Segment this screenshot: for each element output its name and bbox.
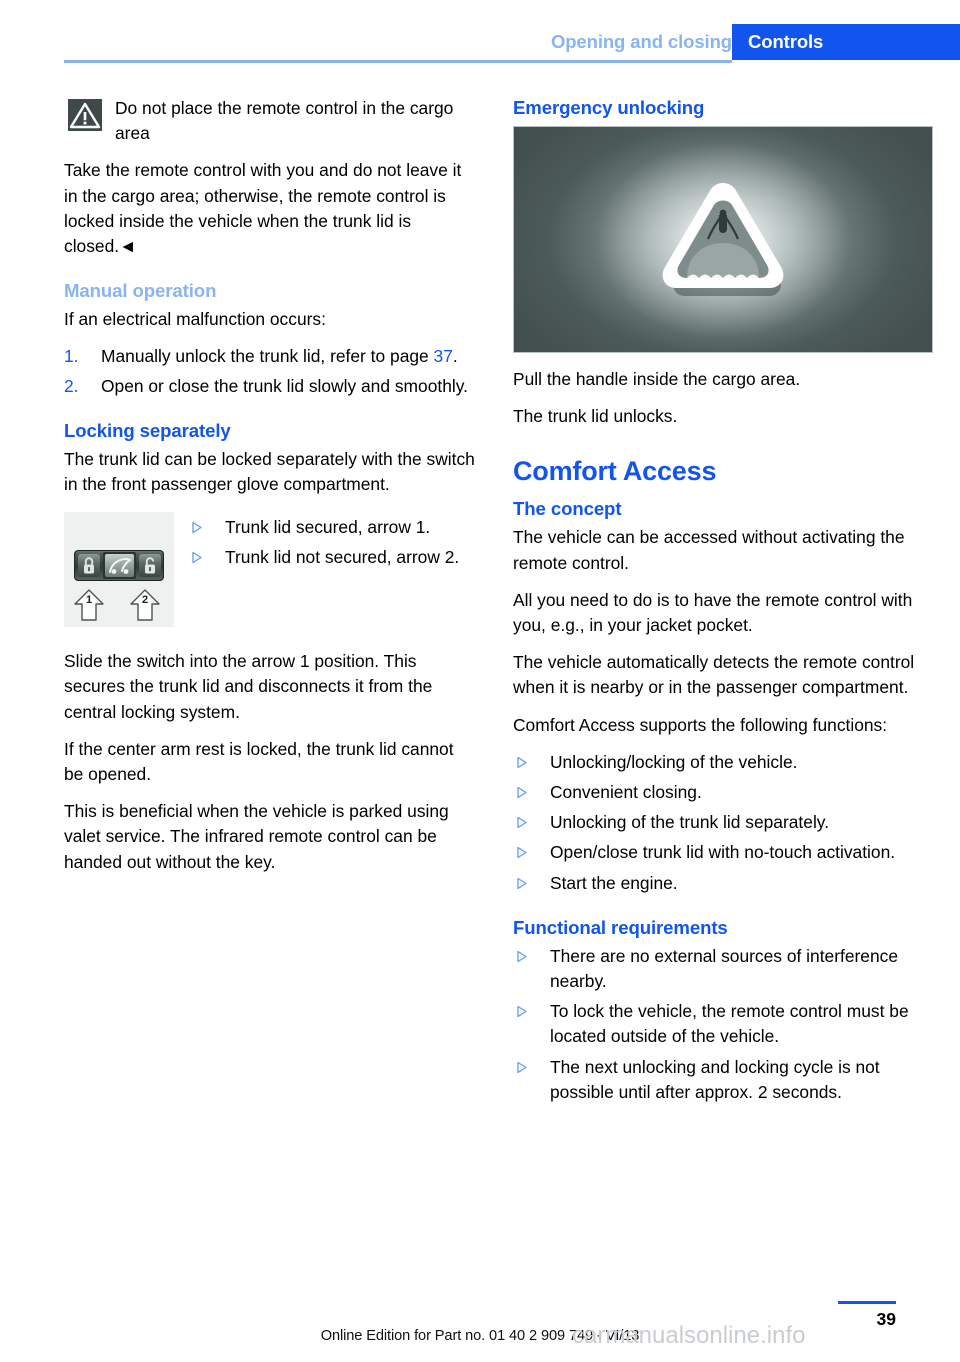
step-text: Open or close the trunk lid slowly and s… bbox=[101, 375, 468, 396]
list-item-label: The next unlocking and locking cycle is … bbox=[550, 1056, 880, 1102]
svg-text:2: 2 bbox=[142, 594, 148, 606]
manual-page: Opening and closing Controls Do not plac… bbox=[0, 0, 960, 1362]
lock-switch-bullet-list: Trunk lid secured, arrow 1. Trunk lid no… bbox=[188, 509, 476, 570]
list-item-step-2: 2. Open or close the trunk lid slowly and… bbox=[64, 374, 476, 399]
right-column: Emergency unlocking Pull the handle insi… bbox=[513, 96, 933, 1110]
locking-separately-paragraph-2: If the center arm rest is locked, the tr… bbox=[64, 738, 454, 785]
emergency-unlocking-paragraph-2: The trunk lid unlocks. bbox=[513, 406, 678, 427]
locking-separately-intro: The trunk lid can be locked separately w… bbox=[64, 448, 475, 495]
heading-emergency-unlocking: Emergency unlocking bbox=[513, 97, 705, 118]
step-number: 2. bbox=[64, 375, 79, 396]
the-concept-paragraph-3: The vehicle automatically detects the re… bbox=[513, 652, 915, 698]
triangle-bullet-icon bbox=[516, 1005, 528, 1018]
trunk-lock-switch-figure: 1 2 bbox=[64, 512, 174, 628]
emergency-unlocking-paragraph-1: Pull the handle inside the cargo area. bbox=[513, 369, 801, 389]
locking-separately-paragraph-1: Slide the switch into the arrow 1 positi… bbox=[64, 651, 433, 722]
triangle-bullet-icon bbox=[516, 1061, 528, 1074]
triangle-bullet-icon bbox=[516, 950, 528, 963]
triangle-bullet-icon bbox=[516, 816, 528, 829]
list-item: Unlocking of the trunk lid separately. bbox=[513, 810, 925, 835]
header-chapter-title: Opening and closing bbox=[550, 31, 732, 52]
running-header: Opening and closing Controls bbox=[0, 24, 960, 60]
list-item: Start the engine. bbox=[513, 871, 925, 896]
triangle-bullet-icon bbox=[191, 521, 203, 534]
warning-notice: Do not place the remote control in the c… bbox=[64, 96, 476, 146]
header-divider-rule bbox=[64, 60, 732, 63]
footer-accent-rule bbox=[838, 1301, 896, 1304]
triangle-bullet-icon bbox=[191, 551, 203, 564]
emergency-release-handle-photo bbox=[513, 126, 933, 353]
list-item: Open/close trunk lid with no-touch activ… bbox=[513, 840, 925, 865]
left-column: Do not place the remote control in the c… bbox=[64, 96, 476, 887]
list-item-label: Trunk lid secured, arrow 1. bbox=[225, 517, 431, 538]
the-concept-paragraph-1: The vehicle can be accessed without acti… bbox=[513, 527, 905, 573]
list-item: Unlocking/locking of the vehicle. bbox=[513, 750, 925, 775]
list-item-label: Trunk lid not secured, arrow 2. bbox=[225, 547, 460, 568]
comfort-access-functions-list: Unlocking/locking of the vehicle. Conven… bbox=[513, 750, 925, 896]
step-number: 1. bbox=[64, 346, 79, 367]
step-text-after: . bbox=[452, 346, 458, 367]
list-item: Convenient closing. bbox=[513, 780, 925, 805]
list-item-label: Start the engine. bbox=[550, 872, 678, 893]
page-reference-link[interactable]: 37 bbox=[434, 346, 453, 366]
list-item-label: Unlocking of the trunk lid separately. bbox=[550, 812, 830, 833]
triangle-bullet-icon bbox=[516, 846, 528, 859]
page-number: 39 bbox=[876, 1309, 896, 1329]
heading-locking-separately: Locking separately bbox=[64, 419, 231, 441]
svg-text:1: 1 bbox=[86, 594, 92, 606]
warning-triangle-icon bbox=[68, 99, 102, 131]
list-item-label: Open/close trunk lid with no-touch activ… bbox=[550, 842, 896, 863]
the-concept-paragraph-2: All you need to do is to have the remote… bbox=[513, 589, 913, 636]
list-item: The next unlocking and locking cycle is … bbox=[513, 1055, 925, 1105]
heading-functional-requirements: Functional requirements bbox=[513, 916, 728, 938]
triangle-bullet-icon bbox=[516, 877, 528, 890]
header-section-tab: Controls bbox=[732, 24, 960, 60]
list-item-label: To lock the vehicle, the remote control … bbox=[550, 1001, 909, 1047]
heading-manual-operation: Manual operation bbox=[64, 280, 217, 302]
manual-operation-steps: 1. Manually unlock the trunk lid, refer t… bbox=[64, 344, 476, 398]
list-item-label: There are no external sources of interfe… bbox=[550, 945, 898, 992]
list-item-label: Unlocking/locking of the vehicle. bbox=[550, 751, 798, 772]
warning-body: Take the remote control with you and do … bbox=[64, 160, 462, 257]
warning-title: Do not place the remote control in the c… bbox=[115, 98, 454, 144]
footer-edition-note: Online Edition for Part no. 01 40 2 909 … bbox=[320, 1328, 640, 1344]
the-concept-paragraph-4: Comfort Access supports the following fu… bbox=[513, 714, 888, 735]
heading-comfort-access: Comfort Access bbox=[513, 456, 717, 487]
list-item: Trunk lid not secured, arrow 2. bbox=[188, 545, 476, 570]
locking-separately-paragraph-3: This is beneficial when the vehicle is p… bbox=[64, 801, 449, 872]
triangle-bullet-icon bbox=[516, 756, 528, 769]
lock-switch-figure-block: 1 2 Trunk lid secured, arrow 1. Trunk li… bbox=[64, 509, 476, 635]
site-watermark: carmanualsonline.info bbox=[572, 1322, 806, 1349]
functional-requirements-list: There are no external sources of interfe… bbox=[513, 944, 925, 1105]
heading-the-concept: The concept bbox=[513, 498, 622, 520]
list-item-label: Convenient closing. bbox=[550, 782, 702, 803]
manual-operation-intro: If an electrical malfunction occurs: bbox=[64, 309, 326, 330]
step-text-before: Manually unlock the trunk lid, refer to … bbox=[101, 346, 434, 367]
list-item-step-1: 1. Manually unlock the trunk lid, refer t… bbox=[64, 344, 476, 369]
list-item: To lock the vehicle, the remote control … bbox=[513, 999, 925, 1049]
header-section-tab-label: Controls bbox=[748, 31, 824, 52]
triangle-bullet-icon bbox=[516, 786, 528, 799]
list-item: There are no external sources of interfe… bbox=[513, 944, 925, 994]
list-item: Trunk lid secured, arrow 1. bbox=[188, 515, 476, 540]
